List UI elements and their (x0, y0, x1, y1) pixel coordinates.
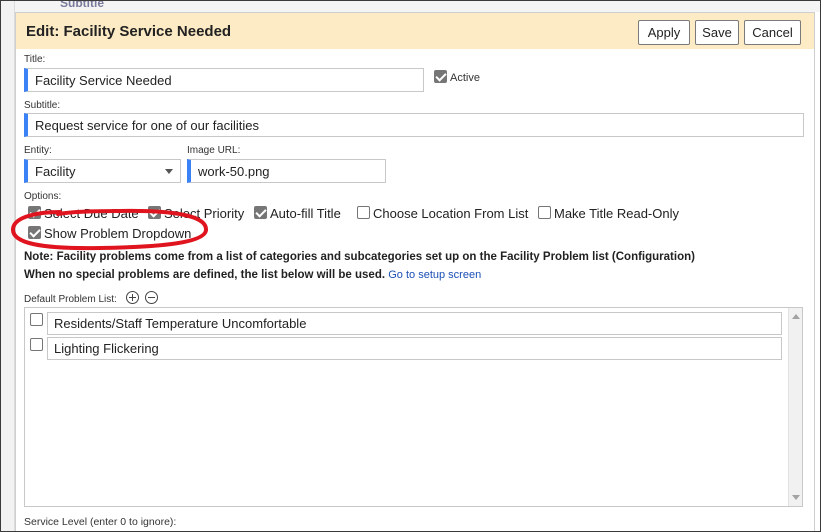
note-line-2: When no special problems are defined, th… (24, 269, 481, 281)
subtitle-input[interactable]: Request service for one of our facilitie… (24, 113, 804, 137)
choose-location-checkbox[interactable] (357, 206, 370, 219)
problem-row-input[interactable]: Residents/Staff Temperature Uncomfortabl… (47, 312, 782, 335)
auto-fill-title-label: Auto-fill Title (270, 206, 341, 221)
entity-select-value: Facility (35, 164, 76, 179)
edit-dialog: Edit: Facility Service Needed Apply Save… (15, 12, 815, 532)
chevron-down-icon (165, 169, 173, 174)
auto-fill-title-checkbox[interactable] (254, 206, 267, 219)
problem-list: Residents/Staff Temperature Uncomfortabl… (24, 307, 803, 507)
note-line-1: Note: Facility problems come from a list… (24, 251, 695, 263)
problem-row-input[interactable]: Lighting Flickering (47, 337, 782, 360)
show-problem-dropdown-checkbox[interactable] (28, 226, 41, 239)
options-label: Options: (24, 191, 62, 202)
remove-circle-icon[interactable] (145, 291, 158, 304)
background-panel (1, 1, 15, 531)
subtitle-label: Subtitle: (24, 100, 61, 111)
make-title-read-only-label: Make Title Read-Only (554, 206, 679, 221)
entity-select[interactable]: Facility (24, 159, 181, 183)
select-priority-label: Select Priority (164, 206, 245, 221)
dialog-title: Edit: Facility Service Needed (26, 23, 232, 40)
background-subtitle-text: Subtitle (60, 1, 104, 10)
image-url-label: Image URL: (187, 145, 241, 156)
list-scrollbar[interactable] (788, 308, 802, 506)
make-title-read-only-checkbox[interactable] (538, 206, 551, 219)
dialog-titlebar: Edit: Facility Service Needed Apply Save… (16, 13, 814, 49)
service-level-label: Service Level (enter 0 to ignore): (24, 516, 177, 528)
entity-label: Entity: (24, 145, 52, 156)
show-problem-dropdown-label: Show Problem Dropdown (44, 226, 192, 241)
add-circle-icon[interactable] (126, 291, 139, 304)
select-priority-checkbox[interactable] (148, 206, 161, 219)
title-label: Title: (24, 54, 46, 65)
setup-screen-link[interactable]: Go to setup screen (388, 269, 481, 281)
save-button[interactable]: Save (695, 20, 739, 45)
scroll-up-icon[interactable] (792, 314, 800, 319)
active-label: Active (450, 72, 480, 84)
scroll-down-icon[interactable] (792, 495, 800, 500)
select-due-date-checkbox[interactable] (28, 206, 41, 219)
choose-location-label: Choose Location From List (373, 206, 529, 221)
note-line-2-text: When no special problems are defined, th… (24, 269, 386, 281)
problem-row-checkbox[interactable] (30, 338, 43, 351)
active-checkbox[interactable] (434, 70, 447, 83)
background-header: Subtitle (15, 1, 820, 12)
select-due-date-label: Select Due Date (44, 206, 139, 221)
title-input[interactable]: Facility Service Needed (24, 68, 424, 92)
image-url-input[interactable]: work-50.png (187, 159, 386, 183)
cancel-button[interactable]: Cancel (744, 20, 801, 45)
apply-button[interactable]: Apply (638, 20, 690, 45)
problem-row-checkbox[interactable] (30, 313, 43, 326)
default-problem-list-label: Default Problem List: (24, 294, 117, 305)
